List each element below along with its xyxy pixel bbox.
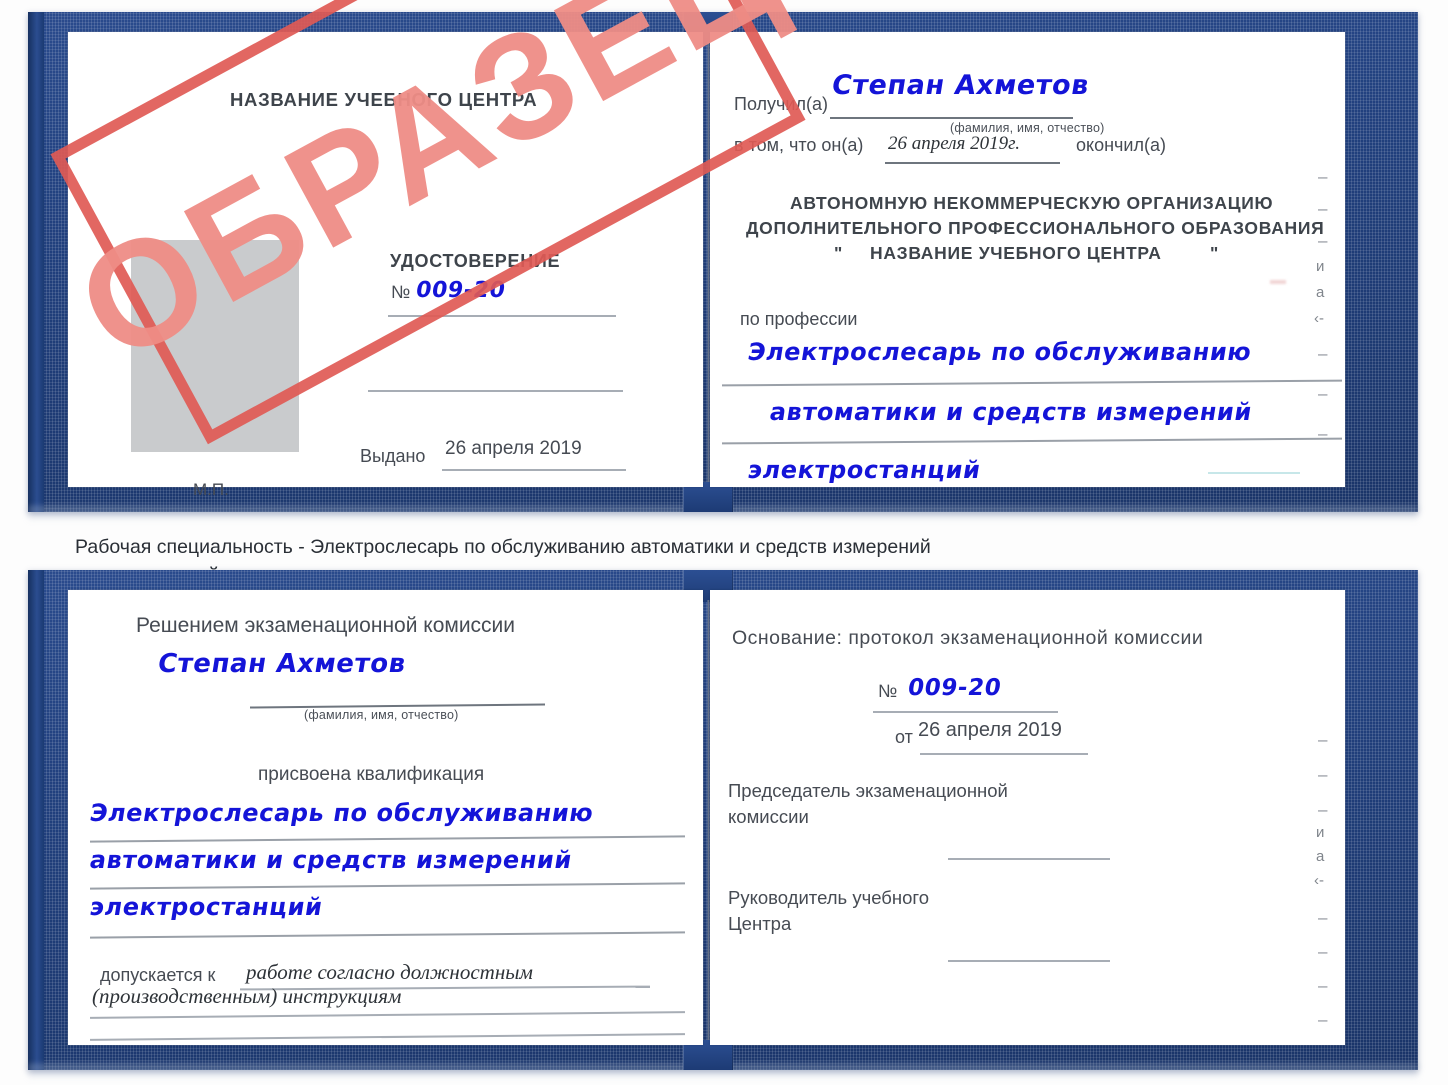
profession-line-2: автоматики и средств измерений <box>767 398 1255 426</box>
photo-placeholder <box>131 240 299 452</box>
admitted-rule-3 <box>90 1033 685 1041</box>
certificate-title: УДОСТОВЕРЕНИЕ <box>390 251 561 271</box>
margin-mark-b3: – <box>1318 800 1328 819</box>
top-right-page: Получил(а) Степан Ахметов (фамилия, имя,… <box>710 32 1345 487</box>
head-line-2: Центра <box>728 913 792 934</box>
certificate-top: НАЗВАНИЕ УЧЕБНОГО ЦЕНТРА УДОСТОВЕРЕНИЕ №… <box>28 0 1418 522</box>
profession-line-3: электростанций <box>745 456 983 484</box>
issued-rule <box>442 469 626 471</box>
chair-line-2: комиссии <box>728 806 809 827</box>
admitted-value-line-2: (производственным) инструкциям <box>92 984 402 1008</box>
commission-decision-heading: Решением экзаменационной комиссии <box>136 614 516 637</box>
bottom-right-page: Основание: протокол экзаменационной коми… <box>710 590 1345 1045</box>
graduation-date: 26 апреля 2019г. <box>888 133 1020 154</box>
qualification-line-2: автоматики и средств измерений <box>87 846 575 874</box>
margin-mark-b5: а <box>1316 848 1325 865</box>
protocol-date-label: от <box>895 727 913 747</box>
margin-mark-b4: и <box>1316 824 1325 841</box>
qualification-rule-2 <box>90 882 685 890</box>
org-quote-close: " <box>1210 243 1219 263</box>
chair-line-1: Председатель экзаменационной <box>728 780 1008 801</box>
teal-bleed-mark <box>1208 472 1300 474</box>
margin-mark-2: – <box>1318 199 1328 218</box>
margin-mark-5: а <box>1316 284 1325 301</box>
margin-mark-b8: – <box>1318 942 1328 961</box>
margin-mark-8: – <box>1318 384 1328 403</box>
issued-value: 26 апреля 2019 <box>445 438 582 459</box>
training-center-name-left: НАЗВАНИЕ УЧЕБНОГО ЦЕНТРА <box>230 89 538 110</box>
org-line-1: АВТОНОМНУЮ НЕКОММЕРЧЕСКУЮ ОРГАНИЗАЦИЮ <box>790 193 1274 213</box>
protocol-number-label: № <box>878 681 898 701</box>
finished-label: окончил(а) <box>1076 135 1166 155</box>
chair-signature-rule <box>948 858 1110 860</box>
protocol-number-rule <box>873 711 1058 713</box>
margin-mark-1: – <box>1318 167 1328 186</box>
seal-label: М.П. <box>193 480 229 499</box>
qualification-line-3: электростанций <box>87 893 325 921</box>
received-value: Степан Ахметов <box>829 70 1092 101</box>
graduate-name-value: Степан Ахметов <box>155 649 409 679</box>
margin-mark-3: – <box>1318 231 1328 250</box>
qualification-rule-3 <box>90 931 685 939</box>
admitted-label: допускается к <box>100 965 216 985</box>
profession-line-1: Электрослесарь по обслуживанию <box>745 338 1254 366</box>
org-line-3: НАЗВАНИЕ УЧЕБНОГО ЦЕНТРА <box>870 243 1162 263</box>
cover-spine-edge-top <box>28 12 44 512</box>
certificate-bottom: Решением экзаменационной комиссии Степан… <box>28 570 1418 1080</box>
blank-rule-1 <box>368 390 623 392</box>
received-label: Получил(а) <box>734 94 828 114</box>
certificate-number-label: № <box>391 282 411 302</box>
profession-rule-2 <box>722 437 1342 445</box>
margin-mark-b10: – <box>1318 1010 1328 1029</box>
margin-mark-7: – <box>1318 344 1328 363</box>
margin-mark-4: и <box>1316 258 1325 275</box>
head-line-1: Руководитель учебного <box>728 887 930 908</box>
that-he-label: в том, что он(а) <box>734 135 864 155</box>
profession-rule-1 <box>722 379 1342 387</box>
pink-bleed-mark <box>1270 280 1286 284</box>
head-signature-rule <box>948 960 1110 962</box>
margin-mark-b1: – <box>1318 730 1328 749</box>
graduation-date-rule <box>885 162 1060 164</box>
bottom-left-page: Решением экзаменационной комиссии Степан… <box>68 590 703 1045</box>
margin-mark-9: – <box>1318 424 1328 443</box>
issued-label: Выдано <box>360 446 426 466</box>
margin-mark-6: ‹- <box>1314 310 1324 327</box>
qualification-line-1: Электрослесарь по обслуживанию <box>87 799 596 827</box>
profession-label: по профессии <box>740 309 858 329</box>
protocol-number-value: 009-20 <box>905 675 1004 701</box>
margin-mark-b2: – <box>1318 765 1328 784</box>
qualification-rule-1 <box>90 835 685 843</box>
certificate-number-value: 009-20 <box>414 278 508 303</box>
qualification-label: присвоена квалификация <box>258 764 485 785</box>
protocol-date-value: 26 апреля 2019 <box>918 719 1062 741</box>
certificate-number-rule <box>388 315 616 317</box>
admitted-value-line-1: работе согласно должностным <box>246 960 533 984</box>
top-left-page: НАЗВАНИЕ УЧЕБНОГО ЦЕНТРА УДОСТОВЕРЕНИЕ №… <box>68 32 703 499</box>
margin-mark-b6: ‹- <box>1314 872 1324 889</box>
margin-mark-b7: – <box>1318 908 1328 927</box>
org-quote-open: " <box>834 243 843 263</box>
margin-mark-b9: – <box>1318 976 1328 995</box>
caption-line-1: Рабочая специальность - Электрослесарь п… <box>75 536 931 558</box>
org-line-2: ДОПОЛНИТЕЛЬНОГО ПРОФЕССИОНАЛЬНОГО ОБРАЗО… <box>746 218 1325 238</box>
received-rule <box>830 117 1073 119</box>
basis-label: Основание: протокол экзаменационной коми… <box>732 627 1204 649</box>
name-hint-bottom: (фамилия, имя, отчество) <box>304 708 459 722</box>
admitted-rule-2 <box>90 1011 685 1019</box>
protocol-date-rule <box>920 753 1088 755</box>
cover-spine-edge-bottom <box>28 570 44 1070</box>
